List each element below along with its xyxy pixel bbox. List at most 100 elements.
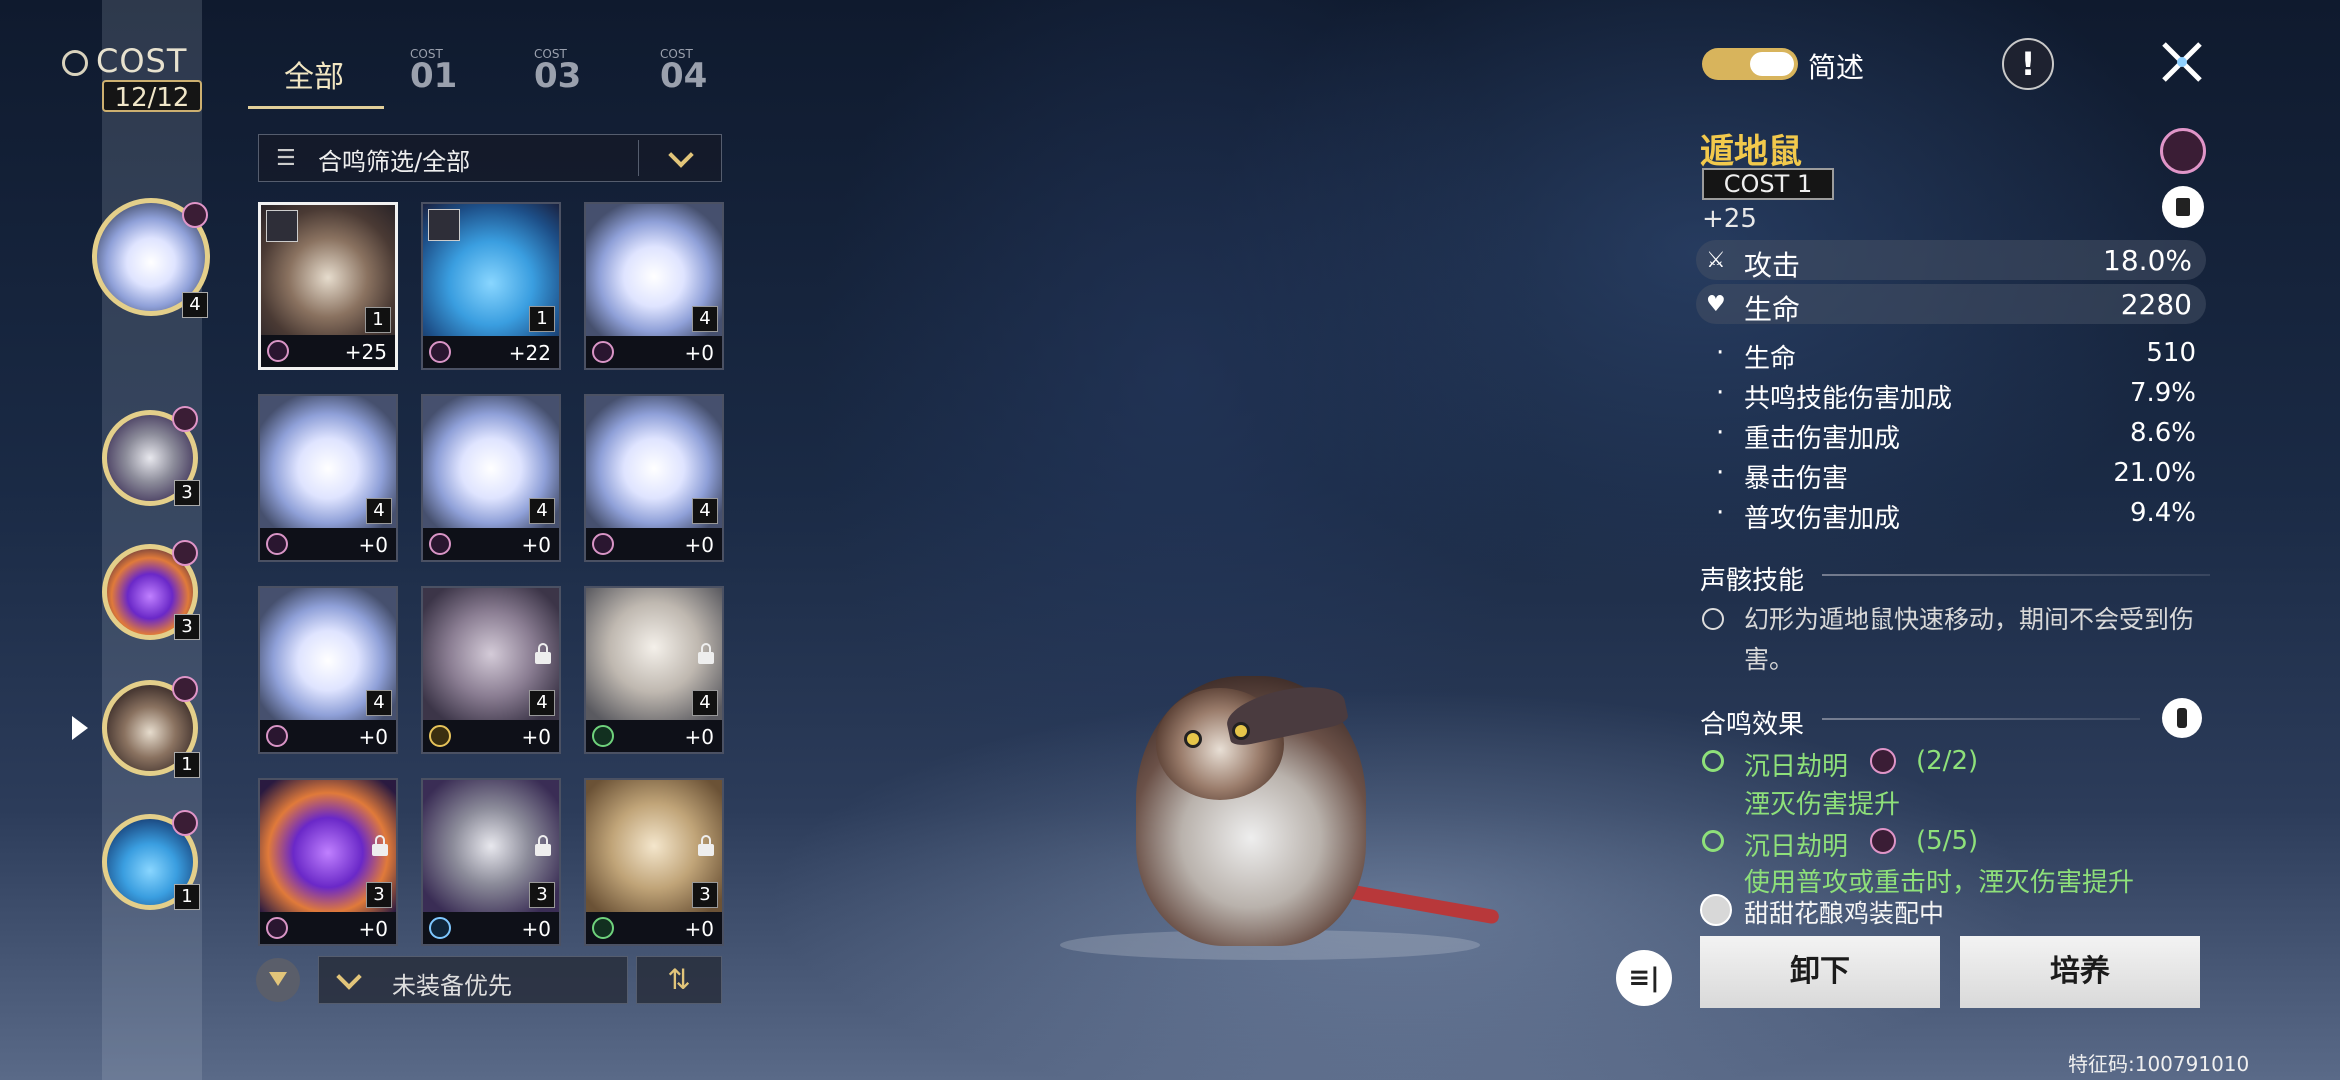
card-footer: +0	[586, 720, 722, 752]
sonata-effect-name: 沉日劫明	[1744, 752, 1849, 782]
cost-header: COST	[62, 42, 187, 80]
echo-level: +0	[684, 917, 714, 941]
sonata-icon	[592, 341, 614, 363]
tab-underline	[248, 106, 384, 109]
echo-card[interactable]: 4 +0	[421, 394, 561, 562]
avatar	[428, 209, 460, 241]
echo-cost: 4	[366, 498, 392, 524]
tab-all[interactable]: 全部	[284, 52, 344, 96]
sonata-effect-desc: 湮灭伤害提升	[1744, 790, 1901, 820]
bullet-icon: ·	[1716, 338, 1725, 368]
filter-label: 合鸣筛选/全部	[318, 148, 471, 176]
sonata-icon	[429, 533, 451, 555]
echo-eye	[1184, 730, 1202, 748]
echo-cost: 4	[692, 306, 718, 332]
sort-order-button[interactable]: ⇅	[636, 956, 722, 1004]
discard-icon[interactable]	[2162, 186, 2204, 228]
sonata-icon	[182, 202, 208, 228]
cost-label: COST	[96, 42, 188, 80]
tab-cost-4[interactable]: COST 04	[660, 48, 707, 96]
echo-card[interactable]: 1 +22	[421, 202, 561, 370]
selected-slot-arrow	[72, 716, 88, 740]
sub-stat-row: · 共鸣技能伤害加成 7.9%	[1716, 378, 2196, 414]
echo-cost: 4	[692, 690, 718, 716]
info-button[interactable]: !	[2002, 38, 2054, 90]
echo-card[interactable]: 4 +0	[584, 394, 724, 562]
echo-card[interactable]: 3 +0	[421, 778, 561, 946]
sonata-icon	[1870, 748, 1896, 774]
equipped-by-label: 甜甜花酿鸡装配中	[1744, 899, 1945, 928]
lock-icon	[535, 643, 551, 664]
sonata-icon	[429, 917, 451, 939]
echo-card[interactable]: 4 +0	[584, 202, 724, 370]
collapse-button[interactable]: ≡|	[1616, 950, 1672, 1006]
skill-description: 幻形为遁地鼠快速移动，期间不会受到伤害。	[1744, 605, 2195, 674]
lock-icon	[372, 835, 388, 856]
echo-level: +0	[358, 533, 388, 557]
sub-stat-label: 重击伤害加成	[1744, 424, 1901, 454]
echo-card[interactable]: 3 +0	[584, 778, 724, 946]
slot-cost: 1	[174, 752, 200, 778]
echo-card[interactable]: 4 +0	[584, 586, 724, 754]
unequip-button[interactable]: 卸下	[1700, 936, 1940, 1008]
sub-stat-label: 共鸣技能伤害加成	[1744, 384, 1953, 414]
sub-stat-row: · 重击伤害加成 8.6%	[1716, 418, 2196, 454]
divider	[1822, 574, 2210, 576]
upgrade-button[interactable]: 培养	[1960, 936, 2200, 1008]
tab-cost-1[interactable]: COST 01	[410, 48, 457, 96]
check-icon	[1702, 830, 1724, 852]
echo-card[interactable]: 4 +0	[258, 394, 398, 562]
echo-cost: 1	[529, 306, 555, 332]
echo-card[interactable]: 4 +0	[258, 586, 398, 754]
echo-cost: 4	[692, 498, 718, 524]
echo-level: +0	[684, 725, 714, 749]
slot-cost: 3	[174, 614, 200, 640]
slot-cost: 3	[174, 480, 200, 506]
tab-cost-3[interactable]: COST 03	[534, 48, 581, 96]
filter-funnel-icon[interactable]	[256, 958, 300, 1002]
echo-card[interactable]: 1 +25	[258, 202, 398, 370]
cost-icon	[62, 50, 88, 76]
sonata-icon	[429, 725, 451, 747]
close-icon[interactable]	[2156, 36, 2208, 88]
sub-stat-label: 生命	[1744, 344, 1797, 374]
bullet-icon: ·	[1716, 498, 1725, 528]
main-stat-attack: ⚔ 攻击 18.0%	[1696, 240, 2206, 282]
slot-cost: 4	[182, 292, 208, 318]
divider	[1822, 718, 2140, 720]
bullet-icon: ·	[1716, 418, 1725, 448]
echo-level: +25	[1702, 204, 1757, 234]
summary-toggle[interactable]	[1702, 48, 1798, 80]
sub-stat-label: 暴击伤害	[1744, 464, 1849, 494]
card-footer: +25	[261, 335, 395, 367]
sonata-icon	[266, 917, 288, 939]
attack-icon: ⚔	[1706, 248, 1726, 273]
sonata-icon	[172, 810, 198, 836]
sonata-effect-count: (5/5)	[1916, 826, 1979, 856]
sonata-detail-icon[interactable]	[2162, 698, 2202, 738]
sub-stat-row: · 暴击伤害 21.0%	[1716, 458, 2196, 494]
echo-level: +0	[521, 725, 551, 749]
echo-eye	[1232, 722, 1250, 740]
card-footer: +22	[423, 336, 559, 368]
echo-level: +0	[521, 917, 551, 941]
cost-value: 12/12	[102, 80, 202, 113]
filter-icon: ☰	[276, 146, 296, 171]
echo-cost: 4	[366, 690, 392, 716]
divider	[638, 140, 639, 176]
sonata-effect-name: 沉日劫明	[1744, 832, 1849, 862]
card-footer: +0	[586, 336, 722, 368]
sub-stat-value: 9.4%	[2129, 498, 2196, 528]
echo-level: +0	[684, 533, 714, 557]
echo-cost: 4	[529, 498, 555, 524]
heart-icon: ♥	[1706, 292, 1726, 317]
sonata-icon	[172, 540, 198, 566]
echo-card[interactable]: 3 +0	[258, 778, 398, 946]
sub-stat-value: 510	[2146, 338, 2196, 368]
echo-cost: 4	[529, 690, 555, 716]
sort-label: 未装备优先	[392, 972, 512, 1000]
lock-icon	[698, 835, 714, 856]
card-footer: +0	[586, 912, 722, 944]
sonata-icon[interactable]	[2160, 128, 2206, 174]
echo-card[interactable]: 4 +0	[421, 586, 561, 754]
